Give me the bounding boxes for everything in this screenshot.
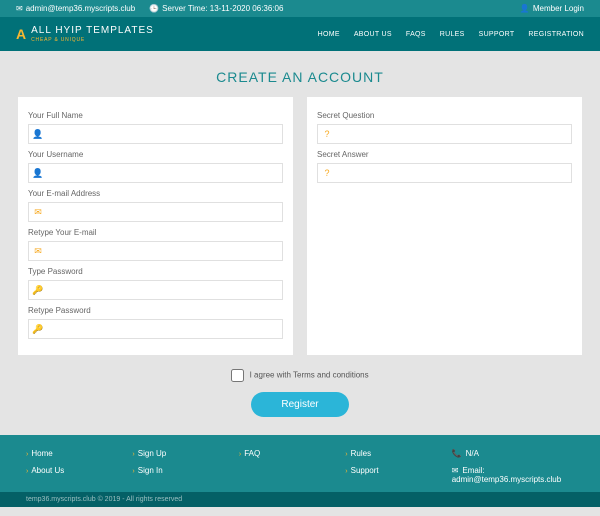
nav-rules[interactable]: RULES — [440, 31, 465, 38]
mail-icon: ✉ — [29, 207, 47, 218]
terms-row: I agree with Terms and conditions — [0, 355, 600, 388]
terms-checkbox[interactable] — [231, 369, 244, 382]
nav-menu: HOME ABOUT US FAQS RULES SUPPORT REGISTR… — [318, 31, 584, 38]
chevron-right-icon: › — [345, 468, 347, 475]
question-icon: ? — [318, 129, 336, 139]
chevron-right-icon: › — [239, 451, 241, 458]
footer-rules[interactable]: ›Rules — [345, 449, 421, 458]
clock-icon: 🕒 — [149, 4, 159, 13]
footer-signup[interactable]: ›Sign Up — [132, 449, 208, 458]
key-icon: 🔑 — [29, 285, 47, 296]
chevron-right-icon: › — [345, 451, 347, 458]
footer-copyright: temp36.myscripts.club © 2019 - All right… — [0, 492, 600, 507]
key-icon: 🔑 — [29, 324, 47, 335]
label-secret-question: Secret Question — [317, 111, 572, 120]
label-retype-email: Retype Your E-mail — [28, 228, 283, 237]
mail-icon: ✉ — [452, 466, 459, 475]
member-login-text: Member Login — [533, 4, 584, 13]
footer-home[interactable]: ›Home — [26, 449, 102, 458]
page-title: CREATE AN ACCOUNT — [0, 51, 600, 97]
chevron-right-icon: › — [26, 468, 28, 475]
label-email: Your E-mail Address — [28, 189, 283, 198]
input-secret-answer[interactable] — [336, 164, 571, 182]
footer-email: ✉Email: admin@temp36.myscripts.club — [452, 466, 574, 484]
input-secret-question[interactable] — [336, 125, 571, 143]
left-panel: Your Full Name 👤 Your Username 👤 Your E-… — [18, 97, 293, 355]
label-password: Type Password — [28, 267, 283, 276]
user-icon: 👤 — [29, 129, 47, 140]
logo-icon: A — [16, 26, 26, 42]
chevron-right-icon: › — [132, 451, 134, 458]
user-icon: 👤 — [520, 4, 530, 13]
register-button[interactable]: Register — [251, 392, 348, 417]
nav-registration[interactable]: REGISTRATION — [528, 31, 584, 38]
nav-about[interactable]: ABOUT US — [354, 31, 392, 38]
topbar-email-text: admin@temp36.myscripts.club — [26, 4, 136, 13]
server-time-text: Server Time: 13-11-2020 06:36:06 — [162, 4, 283, 13]
footer-support[interactable]: ›Support — [345, 466, 421, 475]
member-login-link[interactable]: 👤 Member Login — [520, 4, 584, 13]
label-username: Your Username — [28, 150, 283, 159]
footer-about[interactable]: ›About Us — [26, 466, 102, 475]
footer-signin[interactable]: ›Sign In — [132, 466, 208, 475]
mail-icon: ✉ — [29, 246, 47, 257]
mail-icon: ✉ — [16, 4, 23, 13]
input-retype-password[interactable] — [47, 320, 282, 338]
input-username[interactable] — [47, 164, 282, 182]
brand-logo-area[interactable]: A ALL HYIP TEMPLATES CHEAP & UNIQUE — [16, 25, 154, 43]
input-password[interactable] — [47, 281, 282, 299]
right-panel: Secret Question ? Secret Answer ? — [307, 97, 582, 355]
phone-icon: 📞 — [452, 449, 462, 458]
topbar-email: ✉ admin@temp36.myscripts.club — [16, 4, 135, 13]
input-fullname[interactable] — [47, 125, 282, 143]
terms-label: I agree with Terms and conditions — [250, 371, 369, 380]
footer-faq[interactable]: ›FAQ — [239, 449, 315, 458]
label-retype-password: Retype Password — [28, 306, 283, 315]
brand-name: ALL HYIP TEMPLATES — [31, 25, 154, 36]
input-email[interactable] — [47, 203, 282, 221]
chevron-right-icon: › — [132, 468, 134, 475]
nav-home[interactable]: HOME — [318, 31, 340, 38]
topbar-server-time: 🕒 Server Time: 13-11-2020 06:36:06 — [149, 4, 283, 13]
nav-support[interactable]: SUPPORT — [479, 31, 515, 38]
question-icon: ? — [318, 168, 336, 178]
footer-phone: 📞N/A — [452, 449, 574, 458]
nav-faqs[interactable]: FAQS — [406, 31, 426, 38]
brand-tagline: CHEAP & UNIQUE — [31, 37, 154, 43]
input-retype-email[interactable] — [47, 242, 282, 260]
chevron-right-icon: › — [26, 451, 28, 458]
label-fullname: Your Full Name — [28, 111, 283, 120]
user-icon: 👤 — [29, 168, 47, 179]
label-secret-answer: Secret Answer — [317, 150, 572, 159]
